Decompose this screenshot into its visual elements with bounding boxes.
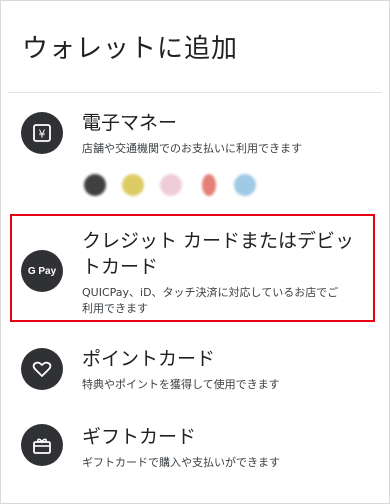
yen-card-icon: ¥ [21,112,63,154]
item-description-line1: QUICPay、iD、タッチ決済に対応しているお店でご [82,286,339,299]
item-description: ギフトカードで購入や支払いができます [82,456,280,469]
item-description: 店舗や交通機関でのお支払いに利用できます [82,142,302,155]
heart-tag-icon [21,348,63,390]
brand-logo [160,174,182,196]
list-item-e-money[interactable]: ¥ 電子マネー 店舗や交通機関でのお支払いに利用できます [0,108,390,208]
gpay-icon-text: G Pay [27,265,57,277]
brand-logo [234,174,256,196]
gift-card-icon [21,424,63,466]
list-item-credit-card[interactable]: G Pay クレジット カードまたはデビッ トカード QUICPay、iD、タッ… [0,224,390,316]
item-title: 電子マネー [82,112,178,134]
svg-text:¥: ¥ [39,128,46,141]
gpay-icon: G Pay [21,250,63,292]
brand-logo [122,174,144,196]
item-title-line2: トカード [82,256,159,278]
title-divider [8,92,382,93]
list-item-point-card[interactable]: ポイントカード 特典やポイントを獲得して使用できます [0,346,390,396]
brand-logo [202,174,216,196]
item-description: 特典やポイントを獲得して使用できます [82,378,280,391]
brand-logo [84,174,106,196]
page-title: ウォレットに追加 [22,34,239,64]
item-title: ポイントカード [82,348,216,370]
item-title: ギフトカード [82,426,197,448]
list-item-gift-card[interactable]: ギフトカード ギフトカードで購入や支払いができます [0,424,390,474]
item-title-line1: クレジット カードまたはデビッ [82,230,355,252]
item-description-line2: 利用できます [82,302,148,315]
